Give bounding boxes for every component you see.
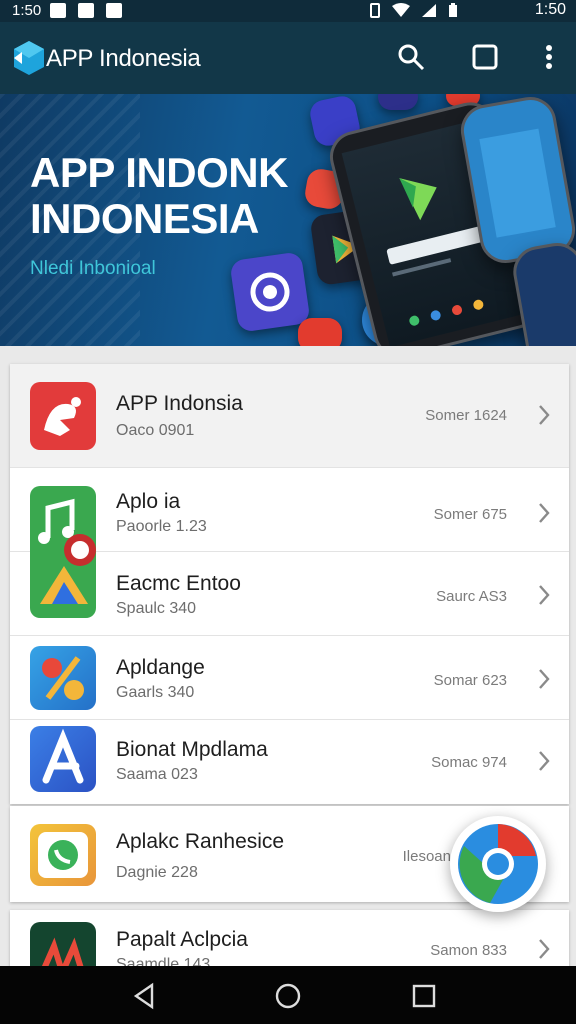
phone-screen bbox=[479, 128, 556, 238]
list-item[interactable]: Aplo ia Paoorle 1.23 Somer 675 bbox=[10, 468, 569, 618]
list-item[interactable]: Bionat Mpdlama Saama 023 Somac 974 bbox=[10, 720, 569, 804]
app-name: Apldange bbox=[116, 656, 205, 679]
app-subtitle: Dagnie 228 bbox=[116, 864, 198, 881]
chevron-right-icon bbox=[539, 503, 550, 523]
square-icon[interactable] bbox=[470, 42, 500, 72]
app-subtitle: Spaulc 340 bbox=[116, 600, 197, 617]
chat-bubble-icon bbox=[30, 824, 96, 886]
list-item[interactable]: Eacmc Entoo Spaulc 340 Saurc AS3 bbox=[10, 552, 569, 636]
chevron-right-icon bbox=[539, 939, 550, 959]
app-name: Bionat Mpdlama bbox=[116, 738, 268, 761]
back-icon[interactable] bbox=[130, 982, 158, 1010]
app-name: Eacmc Entoo bbox=[116, 572, 241, 595]
search-icon[interactable] bbox=[396, 42, 426, 72]
app-meta: Somer 675 bbox=[433, 506, 507, 523]
app-meta: Somac 974 bbox=[431, 754, 507, 771]
app-subtitle: Gaarls 340 bbox=[116, 684, 195, 701]
app-indonesia-icon bbox=[30, 382, 96, 450]
app-meta: Saurc AS3 bbox=[436, 588, 507, 605]
app-name: Aplakc Ranhesice bbox=[116, 830, 285, 853]
list-item[interactable]: Papalt Aclpcia Saamdle 143 Samon 833 bbox=[10, 910, 569, 970]
status-time-right: 1:50 bbox=[534, 1, 566, 18]
percent-app-icon bbox=[30, 646, 96, 710]
navigation-bar bbox=[0, 966, 576, 1024]
app-list-card: APP Indonsia Oaco 0901 Somer 1624 Aplo i… bbox=[10, 364, 569, 804]
app-meta: Somar 623 bbox=[433, 672, 507, 689]
chevron-right-icon bbox=[539, 585, 550, 605]
floating-action-button[interactable] bbox=[450, 816, 546, 912]
banner-subtitle: Nledi Inbonioal bbox=[30, 258, 156, 279]
letter-a-icon bbox=[30, 726, 96, 792]
list-item[interactable]: Apldange Gaarls 340 Somar 623 bbox=[10, 636, 569, 720]
app-subtitle: Paoorle 1.23 bbox=[116, 518, 207, 535]
home-icon[interactable] bbox=[274, 982, 302, 1010]
app-name: Papalt Aclpcia bbox=[116, 928, 248, 951]
floating-app-icon bbox=[378, 94, 418, 110]
app-logo-icon bbox=[14, 41, 44, 75]
notification-icon bbox=[78, 3, 94, 18]
phone-illustration bbox=[509, 238, 576, 346]
floating-app-icon bbox=[298, 318, 342, 346]
app-subtitle: Saama 023 bbox=[116, 766, 198, 783]
wifi-icon bbox=[392, 3, 410, 17]
aa-logo-icon bbox=[30, 922, 96, 970]
banner-title-line1: APP INDONK bbox=[30, 149, 288, 196]
app-subtitle: Oaco 0901 bbox=[116, 422, 195, 439]
chrome-style-icon bbox=[458, 824, 538, 904]
battery-icon bbox=[449, 3, 457, 17]
signal-icon bbox=[422, 4, 436, 17]
notification-icon bbox=[106, 3, 122, 18]
list-item[interactable]: APP Indonsia Oaco 0901 Somer 1624 bbox=[10, 364, 569, 468]
chevron-right-icon bbox=[539, 669, 550, 689]
chevron-right-icon bbox=[539, 405, 550, 425]
recents-icon[interactable] bbox=[410, 982, 438, 1010]
app-name: Aplo ia bbox=[116, 490, 181, 513]
vibrate-icon bbox=[370, 3, 380, 18]
app-meta: Ilesoan bbox=[402, 848, 451, 865]
app-meta: Samon 833 bbox=[430, 942, 507, 959]
chevron-right-icon bbox=[539, 751, 550, 771]
app-title: APP Indonesia bbox=[46, 45, 201, 72]
banner-title: APP INDONK INDONESIA bbox=[30, 150, 288, 242]
app-list-card: Papalt Aclpcia Saamdle 143 Samon 833 bbox=[10, 910, 569, 970]
app-name: APP Indonsia bbox=[116, 392, 243, 415]
floating-camera-icon bbox=[229, 251, 311, 333]
status-time-left: 1:50 bbox=[12, 2, 42, 19]
more-vert-icon[interactable] bbox=[534, 42, 564, 72]
app-meta: Somer 1624 bbox=[425, 407, 507, 424]
promo-banner[interactable]: APP INDONK INDONESIA Nledi Inbonioal bbox=[0, 94, 576, 346]
status-bar: 1:50 1:50 bbox=[0, 0, 576, 22]
app-bar: APP Indonesia bbox=[0, 22, 576, 94]
notification-icon bbox=[50, 3, 66, 18]
banner-title-line2: INDONESIA bbox=[30, 195, 259, 242]
